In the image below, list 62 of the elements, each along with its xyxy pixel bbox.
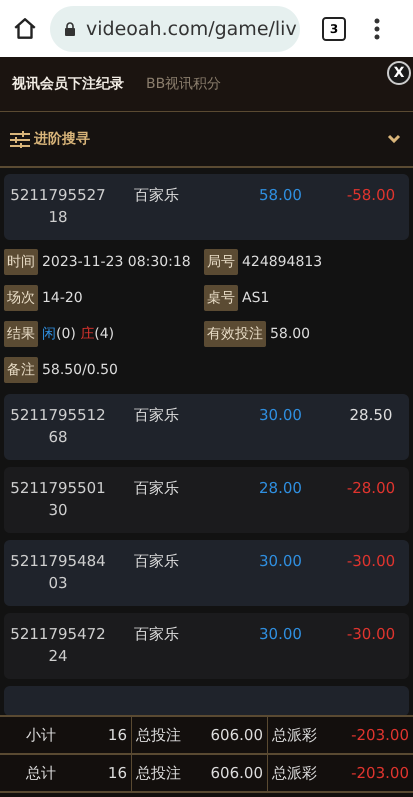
bet-amount: 30.00 bbox=[258, 551, 303, 572]
total-payout-label: 总派彩 bbox=[271, 764, 318, 782]
detail-label: 结果 bbox=[4, 321, 38, 347]
total-count: 16 bbox=[60, 755, 132, 791]
payout-amount: -28.00 bbox=[346, 478, 396, 499]
lock-icon bbox=[64, 22, 76, 36]
detail-value: 58.00 bbox=[270, 326, 310, 342]
total-label: 总计 bbox=[25, 764, 57, 782]
payout-amount: -58.00 bbox=[346, 185, 396, 206]
total-bet-label: 总投注 bbox=[135, 726, 182, 744]
record-card[interactable]: 521179550130 百家乐 28.00 -28.00 bbox=[4, 467, 409, 533]
game-name: 百家乐 bbox=[133, 551, 180, 572]
record-id: 521179548403 bbox=[9, 551, 107, 594]
record-card[interactable]: 521179552718 百家乐 58.00 -58.00 bbox=[4, 174, 409, 240]
payout-amount: 28.50 bbox=[348, 405, 394, 426]
close-button[interactable]: X bbox=[387, 61, 411, 85]
chevron-icon bbox=[387, 134, 401, 144]
detail-value: AS1 bbox=[242, 290, 270, 306]
detail-value: 2023-11-23 08:30:18 bbox=[42, 254, 191, 270]
record-card[interactable]: 521179548403 百家乐 30.00 -30.00 bbox=[4, 540, 409, 606]
detail-value: 424894813 bbox=[242, 254, 322, 270]
detail-label: 备注 bbox=[4, 357, 38, 383]
detail-value: 闲(0) 庄(4) bbox=[42, 325, 114, 343]
payout-amount: -30.00 bbox=[346, 551, 396, 572]
detail-label: 有效投注 bbox=[204, 321, 266, 347]
total-label: 小计 bbox=[25, 726, 57, 744]
record-id: 521179551268 bbox=[9, 405, 107, 448]
address-bar[interactable]: videoah.com/game/liv bbox=[50, 6, 300, 52]
detail-value: 58.50/0.50 bbox=[42, 362, 118, 378]
total-bet-label: 总投注 bbox=[135, 764, 182, 782]
bet-amount: 28.00 bbox=[258, 478, 303, 499]
payout-amount: -30.00 bbox=[346, 624, 396, 645]
advanced-search-label: 进阶搜寻 bbox=[34, 130, 90, 148]
bet-amount: 58.00 bbox=[258, 185, 303, 206]
record-id: 521179552718 bbox=[9, 185, 107, 228]
detail-label: 桌号 bbox=[204, 285, 238, 311]
bet-amount: 30.00 bbox=[258, 405, 303, 426]
more-menu-icon[interactable] bbox=[374, 18, 380, 40]
game-name: 百家乐 bbox=[133, 185, 180, 206]
total-count: 16 bbox=[60, 717, 132, 753]
home-icon[interactable] bbox=[12, 16, 38, 42]
record-id: 521179547224 bbox=[9, 624, 107, 667]
game-name: 百家乐 bbox=[133, 405, 180, 426]
bet-amount: 30.00 bbox=[258, 624, 303, 645]
record-card[interactable]: 521179547224 百家乐 30.00 -30.00 bbox=[4, 613, 409, 679]
total-bet: 606.00 bbox=[202, 717, 268, 753]
game-name: 百家乐 bbox=[133, 478, 180, 499]
tab-count-button[interactable]: 3 bbox=[322, 16, 346, 40]
game-name: 百家乐 bbox=[133, 624, 180, 645]
total-payout-label: 总派彩 bbox=[271, 726, 318, 744]
sliders-icon bbox=[10, 130, 30, 148]
detail-label: 局号 bbox=[204, 249, 238, 275]
detail-label: 场次 bbox=[4, 285, 38, 311]
tab[interactable]: 视讯会员下注纪录 bbox=[10, 71, 126, 97]
detail-label: 时间 bbox=[4, 249, 38, 275]
tab[interactable]: BB视讯积分 bbox=[144, 71, 224, 97]
record-id: 521179550130 bbox=[9, 478, 107, 521]
total-bet: 606.00 bbox=[202, 755, 268, 791]
total-payout: -203.00 bbox=[350, 764, 410, 782]
total-payout: -203.00 bbox=[350, 726, 410, 744]
detail-value: 14-20 bbox=[42, 290, 83, 306]
record-card[interactable]: 521179551268 百家乐 30.00 28.50 bbox=[4, 394, 409, 460]
